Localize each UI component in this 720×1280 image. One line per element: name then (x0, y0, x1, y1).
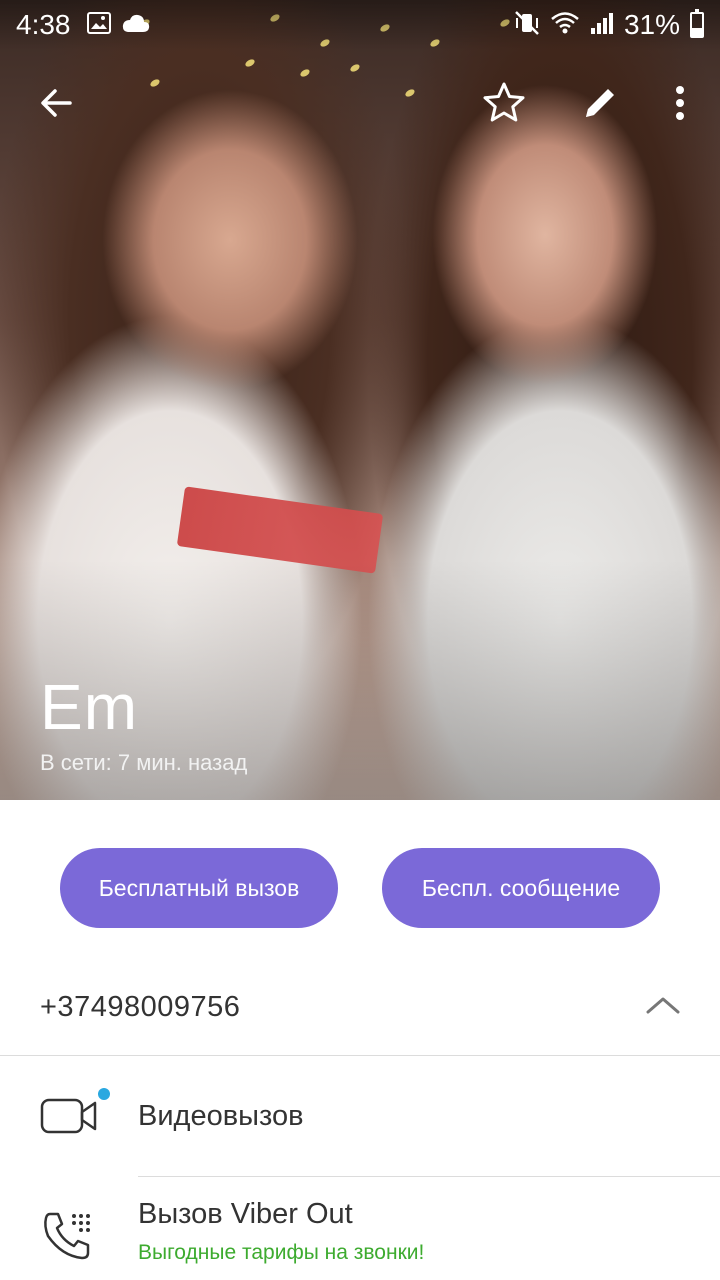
phone-number-row[interactable]: +37498009756 (0, 960, 720, 1056)
phone-dialpad-icon (40, 1208, 96, 1269)
viber-out-call-item[interactable]: Вызов Viber Out Выгодные тарифы на звонк… (0, 1176, 720, 1280)
more-options-button[interactable] (648, 70, 712, 140)
video-call-label: Видеовызов (138, 1100, 304, 1132)
wifi-icon (550, 11, 580, 40)
contact-online-status: В сети: 7 мин. назад (40, 750, 248, 775)
video-camera-icon (40, 1096, 98, 1141)
free-call-button[interactable]: Бесплатный вызов (60, 848, 338, 928)
cloud-icon (121, 12, 151, 39)
star-icon (481, 80, 527, 131)
free-message-button[interactable]: Беспл. сообщение (382, 848, 660, 928)
sparkle-decoration (244, 57, 256, 69)
image-icon (86, 11, 111, 39)
viber-out-label: Вызов Viber Out (138, 1198, 353, 1230)
chevron-up-icon[interactable] (646, 995, 680, 1020)
signal-icon (590, 11, 614, 40)
mute-vibrate-icon (514, 10, 540, 41)
favorite-button[interactable] (472, 70, 536, 140)
edit-pencil-icon (580, 83, 620, 128)
battery-percent: 31% (623, 9, 680, 40)
edit-button[interactable] (568, 70, 632, 140)
back-button[interactable] (24, 70, 88, 140)
battery-icon (690, 9, 704, 38)
contact-name: Em (40, 671, 138, 743)
back-arrow-icon (36, 83, 76, 128)
more-vert-icon (674, 85, 686, 126)
status-time: 4:38 (16, 9, 71, 40)
video-call-item[interactable]: Видеовызов (0, 1056, 720, 1176)
toolbar (0, 70, 720, 140)
new-indicator-dot (98, 1088, 110, 1100)
viber-out-subtitle: Выгодные тарифы на звонки! (138, 1241, 425, 1264)
status-bar: 4:38 31% (0, 0, 720, 50)
phone-number: +37498009756 (40, 991, 241, 1023)
